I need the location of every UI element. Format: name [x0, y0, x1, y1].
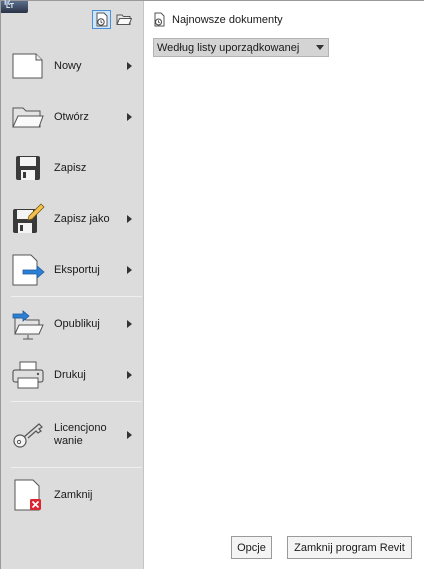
submenu-arrow-icon [127, 431, 132, 439]
menu-item-label: Zamknij [54, 488, 93, 501]
submenu-arrow-icon [127, 266, 132, 274]
sort-order-value: Według listy uporządkowanej [157, 41, 300, 54]
submenu-arrow-icon [127, 371, 132, 379]
menu-item-new[interactable]: Nowy [9, 45, 136, 87]
menu-item-label-line1: Licencjono [54, 422, 107, 434]
app-menu-button[interactable]: R LT [1, 0, 28, 13]
export-icon [9, 253, 47, 287]
new-document-icon [9, 49, 47, 83]
application-menu: R LT Nowy Otwórz Zapisz Zapisz jako Eksp… [0, 0, 424, 569]
open-documents-icon [115, 14, 132, 25]
sort-order-dropdown[interactable]: Według listy uporządkowanej [153, 38, 329, 57]
menu-separator [11, 467, 142, 468]
submenu-arrow-icon [127, 62, 132, 70]
submenu-arrow-icon [127, 320, 132, 328]
menu-item-label-line2: wanie [54, 435, 83, 447]
menu-separator [11, 296, 142, 297]
menu-item-licensing[interactable]: Licencjono wanie [9, 414, 136, 456]
chevron-down-icon [316, 45, 324, 50]
publish-icon [9, 307, 47, 341]
recent-documents-icon [96, 12, 107, 27]
menu-item-label: Otwórz [54, 110, 89, 123]
key-icon [9, 418, 47, 452]
application-menu-sidebar: R LT Nowy Otwórz Zapisz Zapisz jako Eksp… [1, 0, 144, 569]
printer-icon [9, 358, 47, 392]
open-documents-toggle[interactable] [114, 10, 133, 29]
exit-revit-button[interactable]: Zamknij program Revit [287, 536, 412, 559]
submenu-arrow-icon [127, 113, 132, 121]
menu-item-label: Zapisz jako [54, 212, 110, 225]
menu-item-label: Zapisz [54, 161, 87, 174]
menu-item-save[interactable]: Zapisz [9, 147, 136, 189]
open-folder-icon [9, 100, 47, 134]
recent-documents-header: Najnowsze dokumenty [153, 12, 283, 27]
menu-item-save-as[interactable]: Zapisz jako [9, 198, 136, 240]
recent-documents-toggle[interactable] [92, 10, 111, 29]
menu-item-publish[interactable]: Opublikuj [9, 303, 136, 345]
app-edition-badge: LT [6, 3, 15, 10]
menu-item-label: Licencjono wanie [54, 422, 127, 448]
menu-separator [11, 401, 142, 402]
menu-item-label: Nowy [54, 59, 82, 72]
menu-item-export[interactable]: Eksportuj [9, 249, 136, 291]
menu-item-open[interactable]: Otwórz [9, 96, 136, 138]
recent-documents-title: Najnowsze dokumenty [172, 13, 283, 26]
recent-documents-panel [144, 1, 424, 569]
save-icon [9, 151, 47, 185]
menu-item-print[interactable]: Drukuj [9, 354, 136, 396]
save-as-icon [9, 202, 47, 236]
menu-item-close[interactable]: Zamknij [9, 474, 136, 516]
menu-item-label: Eksportuj [54, 263, 100, 276]
menu-item-label: Drukuj [54, 368, 86, 381]
recent-documents-icon [154, 12, 165, 27]
menu-item-label: Opublikuj [54, 317, 100, 330]
options-button[interactable]: Opcje [231, 536, 272, 559]
submenu-arrow-icon [127, 215, 132, 223]
close-document-icon [9, 478, 47, 512]
